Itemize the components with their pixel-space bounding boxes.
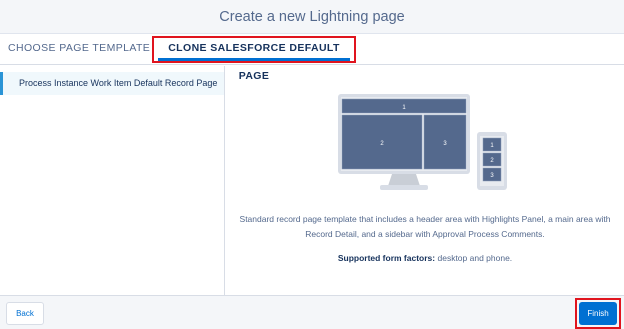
desktop-monitor-icon: 1 2 3 [338, 94, 470, 190]
tab-choose-page-template[interactable]: CHOOSE PAGE TEMPLATE [8, 34, 150, 65]
dialog-footer: Back Finish [0, 295, 624, 329]
form-factors-label: Supported form factors: [337, 253, 436, 263]
supported-form-factors: Supported form factors: desktop and phon… [232, 253, 618, 263]
dialog-title: Create a new Lightning page [219, 9, 405, 25]
default-pages-list: Process Instance Work Item Default Recor… [0, 66, 225, 295]
dialog-header: Create a new Lightning page [0, 0, 624, 34]
template-description: Standard record page template that inclu… [239, 214, 611, 239]
template-preview: 1 2 3 1 2 3 Standard record page templat… [226, 66, 624, 295]
device-illustration: 1 2 3 1 2 3 [338, 94, 507, 190]
list-item-process-instance-work-item-default-record-page[interactable]: Process Instance Work Item Default Recor… [0, 72, 224, 95]
form-factors-value: desktop and phone. [437, 253, 513, 263]
create-lightning-page-dialog: Create a new Lightning page CHOOSE PAGE … [0, 0, 624, 329]
annotation-highlight-finish-button [575, 298, 621, 329]
phone-icon: 1 2 3 [477, 132, 507, 190]
back-button[interactable]: Back [6, 302, 44, 325]
annotation-highlight-clone-tab [152, 36, 356, 63]
